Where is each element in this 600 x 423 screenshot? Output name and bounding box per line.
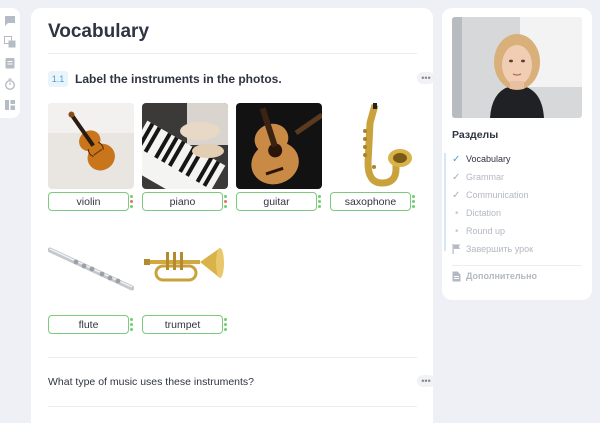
section-label: Vocabulary xyxy=(466,154,511,164)
check-icon: ✓ xyxy=(452,189,461,201)
finish-lesson-label: Завершить урок xyxy=(466,244,534,254)
piano-photo xyxy=(142,103,228,189)
label-box-guitar[interactable]: guitar xyxy=(236,192,317,211)
section-label: Grammar xyxy=(466,172,504,182)
exercise-more-button[interactable]: ••• xyxy=(417,72,433,84)
layout-icon[interactable] xyxy=(3,98,16,111)
drag-handle[interactable] xyxy=(412,195,415,208)
dot-icon: • xyxy=(455,225,459,237)
chat-icon[interactable] xyxy=(3,14,16,27)
exercise-title: Label the instruments in the photos. xyxy=(75,72,282,86)
section-communication[interactable]: ✓ Communication xyxy=(452,188,529,202)
question-more-button[interactable]: ••• xyxy=(417,375,433,387)
drag-handle[interactable] xyxy=(130,318,133,331)
sections-title: Разделы xyxy=(452,129,499,141)
additional-label: Дополнительно xyxy=(466,271,538,281)
trumpet-photo xyxy=(142,232,228,318)
teacher-video xyxy=(452,17,582,118)
label-box-violin[interactable]: violin xyxy=(48,192,129,211)
exercise-divider xyxy=(48,357,417,358)
flute-photo xyxy=(48,232,134,318)
drag-handle[interactable] xyxy=(224,318,227,331)
section-label: Communication xyxy=(466,190,529,200)
lesson-card: Vocabulary 1.1 Label the instruments in … xyxy=(31,8,433,423)
drag-handle[interactable] xyxy=(318,195,321,208)
page-title: Vocabulary xyxy=(48,21,150,42)
notes-icon[interactable] xyxy=(3,56,16,69)
section-dictation[interactable]: • Dictation xyxy=(452,206,501,220)
next-question: What type of music uses these instrument… xyxy=(48,376,255,388)
document-icon xyxy=(452,271,466,282)
section-vocabulary[interactable]: ✓ Vocabulary xyxy=(452,152,511,166)
timer-icon[interactable] xyxy=(3,77,16,90)
title-divider xyxy=(48,53,417,54)
dot-icon: • xyxy=(455,207,459,219)
exercise-number: 1.1 xyxy=(48,71,68,87)
sections-panel: Разделы ✓ Vocabulary ✓ Grammar ✓ Communi… xyxy=(442,8,592,300)
label-box-flute[interactable]: flute xyxy=(48,315,129,334)
label-box-saxophone[interactable]: saxophone xyxy=(330,192,411,211)
label-box-piano[interactable]: piano xyxy=(142,192,223,211)
finish-lesson-button[interactable]: Завершить урок xyxy=(452,242,533,256)
section-grammar[interactable]: ✓ Grammar xyxy=(452,170,504,184)
section-round-up[interactable]: • Round up xyxy=(452,224,505,238)
tool-strip xyxy=(0,8,20,118)
additional-button[interactable]: Дополнительно xyxy=(452,269,537,283)
translate-icon[interactable] xyxy=(3,35,16,48)
question-divider xyxy=(48,406,417,407)
progress-line xyxy=(444,153,446,251)
section-label: Round up xyxy=(466,226,506,236)
panel-divider xyxy=(452,265,582,266)
label-box-trumpet[interactable]: trumpet xyxy=(142,315,223,334)
check-icon: ✓ xyxy=(452,171,461,183)
section-label: Dictation xyxy=(466,208,502,218)
guitar-photo xyxy=(236,103,322,189)
flag-icon xyxy=(452,244,466,254)
drag-handle[interactable] xyxy=(224,195,227,208)
check-icon: ✓ xyxy=(452,153,461,165)
violin-photo xyxy=(48,103,134,189)
drag-handle[interactable] xyxy=(130,195,133,208)
saxophone-photo xyxy=(330,103,416,189)
